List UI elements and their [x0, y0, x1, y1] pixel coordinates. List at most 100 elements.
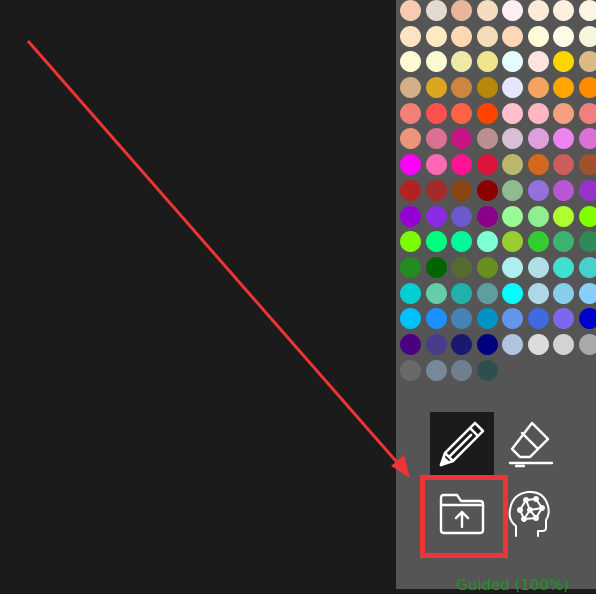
color-swatch[interactable] — [400, 334, 421, 355]
color-swatch[interactable] — [400, 154, 421, 175]
color-swatch[interactable] — [579, 257, 596, 278]
color-swatch[interactable] — [400, 257, 421, 278]
color-swatch[interactable] — [400, 103, 421, 124]
color-swatch[interactable] — [528, 308, 549, 329]
color-swatch[interactable] — [553, 77, 574, 98]
color-swatch[interactable] — [451, 180, 472, 201]
color-swatch[interactable] — [553, 154, 574, 175]
color-swatch[interactable] — [528, 231, 549, 252]
color-swatch[interactable] — [426, 180, 447, 201]
color-swatch[interactable] — [502, 0, 523, 21]
color-swatch[interactable] — [579, 77, 596, 98]
color-swatch[interactable] — [400, 360, 421, 381]
drawing-canvas[interactable] — [0, 0, 396, 589]
color-swatch[interactable] — [451, 103, 472, 124]
color-swatch[interactable] — [451, 231, 472, 252]
color-swatch[interactable] — [579, 231, 596, 252]
color-swatch[interactable] — [553, 103, 574, 124]
color-swatch[interactable] — [579, 103, 596, 124]
color-swatch[interactable] — [451, 26, 472, 47]
color-swatch[interactable] — [579, 308, 596, 329]
color-swatch[interactable] — [579, 283, 596, 304]
color-swatch[interactable] — [426, 283, 447, 304]
color-swatch[interactable] — [553, 334, 574, 355]
color-swatch[interactable] — [400, 51, 421, 72]
color-swatch[interactable] — [400, 308, 421, 329]
color-swatch[interactable] — [502, 180, 523, 201]
color-swatch[interactable] — [477, 360, 498, 381]
color-swatch[interactable] — [477, 51, 498, 72]
color-swatch[interactable] — [477, 334, 498, 355]
color-swatch[interactable] — [528, 26, 549, 47]
color-swatch[interactable] — [426, 206, 447, 227]
color-swatch[interactable] — [426, 0, 447, 21]
color-swatch[interactable] — [528, 180, 549, 201]
color-swatch[interactable] — [502, 308, 523, 329]
color-swatch[interactable] — [477, 257, 498, 278]
color-swatch[interactable] — [528, 128, 549, 149]
color-swatch[interactable] — [477, 26, 498, 47]
color-swatch[interactable] — [451, 206, 472, 227]
color-swatch[interactable] — [477, 308, 498, 329]
color-swatch[interactable] — [553, 283, 574, 304]
color-swatch[interactable] — [553, 308, 574, 329]
color-swatch[interactable] — [502, 128, 523, 149]
color-swatch[interactable] — [579, 128, 596, 149]
color-swatch[interactable] — [477, 206, 498, 227]
color-swatch[interactable] — [528, 154, 549, 175]
color-swatch[interactable] — [400, 0, 421, 21]
color-swatch[interactable] — [553, 231, 574, 252]
color-swatch[interactable] — [426, 26, 447, 47]
color-swatch[interactable] — [553, 51, 574, 72]
color-swatch[interactable] — [400, 283, 421, 304]
color-swatch[interactable] — [451, 77, 472, 98]
color-swatch[interactable] — [528, 0, 549, 21]
color-swatch[interactable] — [528, 206, 549, 227]
color-swatch[interactable] — [477, 154, 498, 175]
color-swatch[interactable] — [477, 0, 498, 21]
color-swatch[interactable] — [528, 257, 549, 278]
color-swatch[interactable] — [477, 180, 498, 201]
color-swatch[interactable] — [426, 128, 447, 149]
color-swatch[interactable] — [553, 180, 574, 201]
color-swatch[interactable] — [400, 128, 421, 149]
color-swatch[interactable] — [426, 103, 447, 124]
color-swatch[interactable] — [579, 154, 596, 175]
color-swatch[interactable] — [426, 51, 447, 72]
color-swatch[interactable] — [553, 257, 574, 278]
color-swatch[interactable] — [528, 51, 549, 72]
color-swatch[interactable] — [579, 180, 596, 201]
color-swatch[interactable] — [528, 103, 549, 124]
eraser-tool-button[interactable] — [497, 412, 561, 476]
color-swatch[interactable] — [477, 77, 498, 98]
color-swatch[interactable] — [451, 51, 472, 72]
color-swatch[interactable] — [502, 77, 523, 98]
color-swatch[interactable] — [451, 308, 472, 329]
color-swatch[interactable] — [400, 180, 421, 201]
color-swatch[interactable] — [426, 308, 447, 329]
color-swatch[interactable] — [477, 283, 498, 304]
color-swatch[interactable] — [477, 128, 498, 149]
color-swatch[interactable] — [502, 257, 523, 278]
color-swatch[interactable] — [502, 154, 523, 175]
color-swatch[interactable] — [426, 334, 447, 355]
color-swatch[interactable] — [426, 360, 447, 381]
color-swatch[interactable] — [553, 26, 574, 47]
color-swatch[interactable] — [477, 103, 498, 124]
color-swatch[interactable] — [451, 360, 472, 381]
color-swatch[interactable] — [400, 231, 421, 252]
color-swatch[interactable] — [502, 334, 523, 355]
color-swatch[interactable] — [553, 206, 574, 227]
color-swatch[interactable] — [426, 77, 447, 98]
color-swatch[interactable] — [502, 206, 523, 227]
color-swatch[interactable] — [528, 77, 549, 98]
color-swatch[interactable] — [451, 257, 472, 278]
color-swatch[interactable] — [528, 334, 549, 355]
color-swatch[interactable] — [451, 0, 472, 21]
color-swatch[interactable] — [400, 26, 421, 47]
color-swatch[interactable] — [426, 231, 447, 252]
color-swatch[interactable] — [553, 0, 574, 21]
color-swatch[interactable] — [528, 283, 549, 304]
color-swatch[interactable] — [579, 334, 596, 355]
color-swatch[interactable] — [451, 334, 472, 355]
